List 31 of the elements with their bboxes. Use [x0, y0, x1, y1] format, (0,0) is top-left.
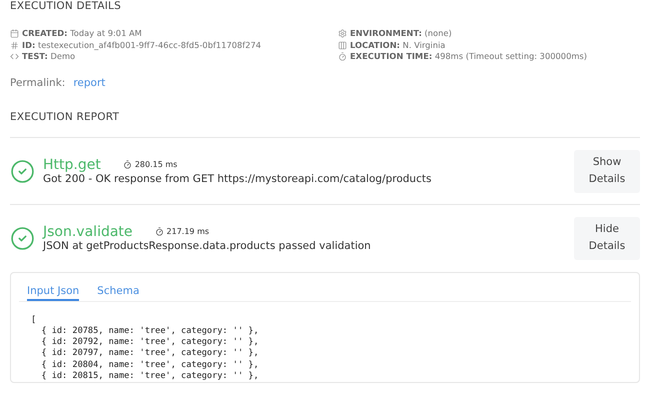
columns-icon: [338, 40, 347, 50]
check-circle-icon: [10, 158, 35, 184]
tab[interactable]: Schema: [97, 280, 140, 300]
step-duration: 280.15 ms: [134, 160, 178, 169]
step-name: Http.get: [43, 157, 101, 173]
details-button[interactable]: Hide Details: [574, 216, 640, 260]
tab[interactable]: Input Json: [27, 280, 80, 300]
detail-text: CREATED: Today at 9:01 AM: [22, 28, 142, 40]
stopwatch-icon: [338, 52, 347, 62]
detail-text: ID: testexecution_af4fb001-9ff7-46cc-8fd5-0bf11708f274: [22, 40, 262, 51]
detail-text: ENVIRONMENT: (none): [350, 28, 452, 40]
permalink-link[interactable]: report: [73, 76, 106, 88]
calendar-icon: [10, 29, 19, 38]
stopwatch-icon: [122, 160, 132, 169]
json-code: [ { id: 20785, name: 'tree', category: '' }, { id: 20792, name: 'tree', category: '' }, { id: 20797, name: 'tree', category: '' }, { id: 20804, name: 'tree', category: '' }, { id: 20815, name: 'tree', category: '' },: [30, 314, 260, 382]
details-button[interactable]: Show Details: [574, 150, 640, 192]
detail-text: LOCATION: N. Virginia: [350, 40, 446, 51]
code-icon: [10, 52, 19, 62]
permalink-label: Permalink:: [10, 76, 66, 88]
hash-icon: [10, 40, 19, 50]
step-name: Json.validate: [43, 224, 133, 240]
gear-icon: [338, 29, 347, 38]
step-message: JSON at getProductsResponse.data.products passed validation: [43, 240, 372, 252]
step-message: Got 200 - OK response from GET https://mystoreapi.com/catalog/products: [43, 173, 432, 185]
stopwatch-icon: [154, 227, 164, 236]
check-circle-icon: [10, 226, 35, 250]
section-heading: EXECUTION DETAILS: [10, 0, 122, 12]
section-heading: EXECUTION REPORT: [10, 110, 120, 122]
detail-text: EXECUTION TIME: 498ms (Timeout setting: 300000ms): [350, 51, 587, 62]
step-duration: 217.19 ms: [166, 227, 210, 236]
detail-text: TEST: Demo: [22, 51, 76, 62]
